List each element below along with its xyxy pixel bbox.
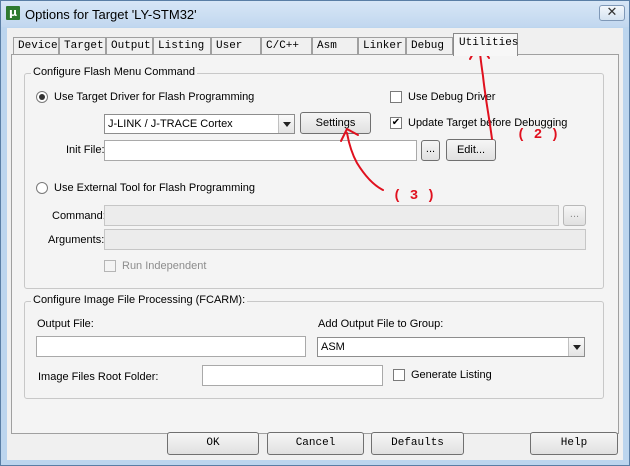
- dialog-client: Device Target Output Listing User C/C++ …: [7, 28, 623, 460]
- use-debug-driver-checkbox[interactable]: [390, 91, 402, 103]
- update-target-checkbox[interactable]: ✔: [390, 117, 402, 129]
- edit-button[interactable]: Edit...: [446, 139, 496, 161]
- use-target-driver-radio[interactable]: [36, 91, 48, 103]
- title-bar[interactable]: µ Options for Target 'LY-STM32' ✕: [1, 1, 629, 27]
- group-select[interactable]: ASM: [317, 337, 585, 357]
- tab-linker[interactable]: Linker: [358, 37, 406, 55]
- options-dialog: µ Options for Target 'LY-STM32' ✕ Device…: [0, 0, 630, 466]
- annotation-step-2: ( 2 ): [517, 127, 560, 143]
- init-file-label: Init File:: [66, 144, 105, 156]
- command-browse-button[interactable]: ...: [563, 205, 586, 226]
- tab-asm[interactable]: Asm: [312, 37, 358, 55]
- command-input[interactable]: [104, 205, 559, 226]
- flash-group-title: Configure Flash Menu Command: [31, 66, 198, 78]
- tab-debug[interactable]: Debug: [406, 37, 453, 55]
- tab-device[interactable]: Device: [13, 37, 59, 55]
- settings-button[interactable]: Settings: [300, 112, 371, 134]
- run-independent-label: Run Independent: [122, 260, 207, 272]
- tab-user[interactable]: User: [211, 37, 261, 55]
- command-label: Command:: [52, 210, 106, 222]
- defaults-button[interactable]: Defaults: [371, 432, 464, 455]
- dialog-title: Options for Target 'LY-STM32': [25, 7, 197, 22]
- use-debug-driver-label: Use Debug Driver: [408, 91, 496, 103]
- tab-target[interactable]: Target: [59, 37, 106, 55]
- keil-app-icon: µ: [6, 6, 20, 20]
- utilities-panel: Configure Flash Menu Command Use Target …: [11, 54, 619, 434]
- tab-listing[interactable]: Listing: [153, 37, 211, 55]
- use-target-driver-label: Use Target Driver for Flash Programming: [54, 91, 255, 103]
- init-file-browse-button[interactable]: ...: [421, 140, 440, 161]
- flash-driver-select[interactable]: J-LINK / J-TRACE Cortex: [104, 114, 295, 134]
- init-file-input[interactable]: [104, 140, 417, 161]
- image-group-title: Configure Image File Processing (FCARM):: [31, 294, 248, 306]
- cancel-button[interactable]: Cancel: [267, 432, 364, 455]
- flash-driver-value: J-LINK / J-TRACE Cortex: [108, 118, 233, 130]
- ok-button[interactable]: OK: [167, 432, 259, 455]
- output-file-input[interactable]: [36, 336, 306, 357]
- check-icon: ✔: [391, 117, 401, 128]
- tab-strip: Device Target Output Listing User C/C++ …: [11, 33, 619, 56]
- output-file-label: Output File:: [37, 318, 94, 330]
- close-button[interactable]: ✕: [599, 5, 625, 21]
- run-independent-checkbox[interactable]: [104, 260, 116, 272]
- use-external-tool-radio[interactable]: [36, 182, 48, 194]
- arguments-input[interactable]: [104, 229, 586, 250]
- root-folder-label: Image Files Root Folder:: [38, 371, 159, 383]
- root-folder-input[interactable]: [202, 365, 383, 386]
- flash-menu-group: Configure Flash Menu Command: [24, 66, 604, 289]
- arguments-label: Arguments:: [48, 234, 105, 246]
- generate-listing-label: Generate Listing: [411, 369, 492, 381]
- group-select-value: ASM: [321, 341, 345, 353]
- add-output-label: Add Output File to Group:: [318, 318, 444, 330]
- chevron-down-icon: [278, 115, 294, 133]
- chevron-down-icon: [568, 338, 584, 356]
- tab-output[interactable]: Output: [106, 37, 153, 55]
- help-button[interactable]: Help: [530, 432, 618, 455]
- use-external-tool-label: Use External Tool for Flash Programming: [54, 182, 255, 194]
- annotation-step-3: ( 3 ): [393, 188, 436, 204]
- close-icon: ✕: [606, 5, 618, 20]
- tab-c-cpp[interactable]: C/C++: [261, 37, 312, 55]
- tab-utilities[interactable]: Utilities: [453, 33, 518, 56]
- generate-listing-checkbox[interactable]: [393, 369, 405, 381]
